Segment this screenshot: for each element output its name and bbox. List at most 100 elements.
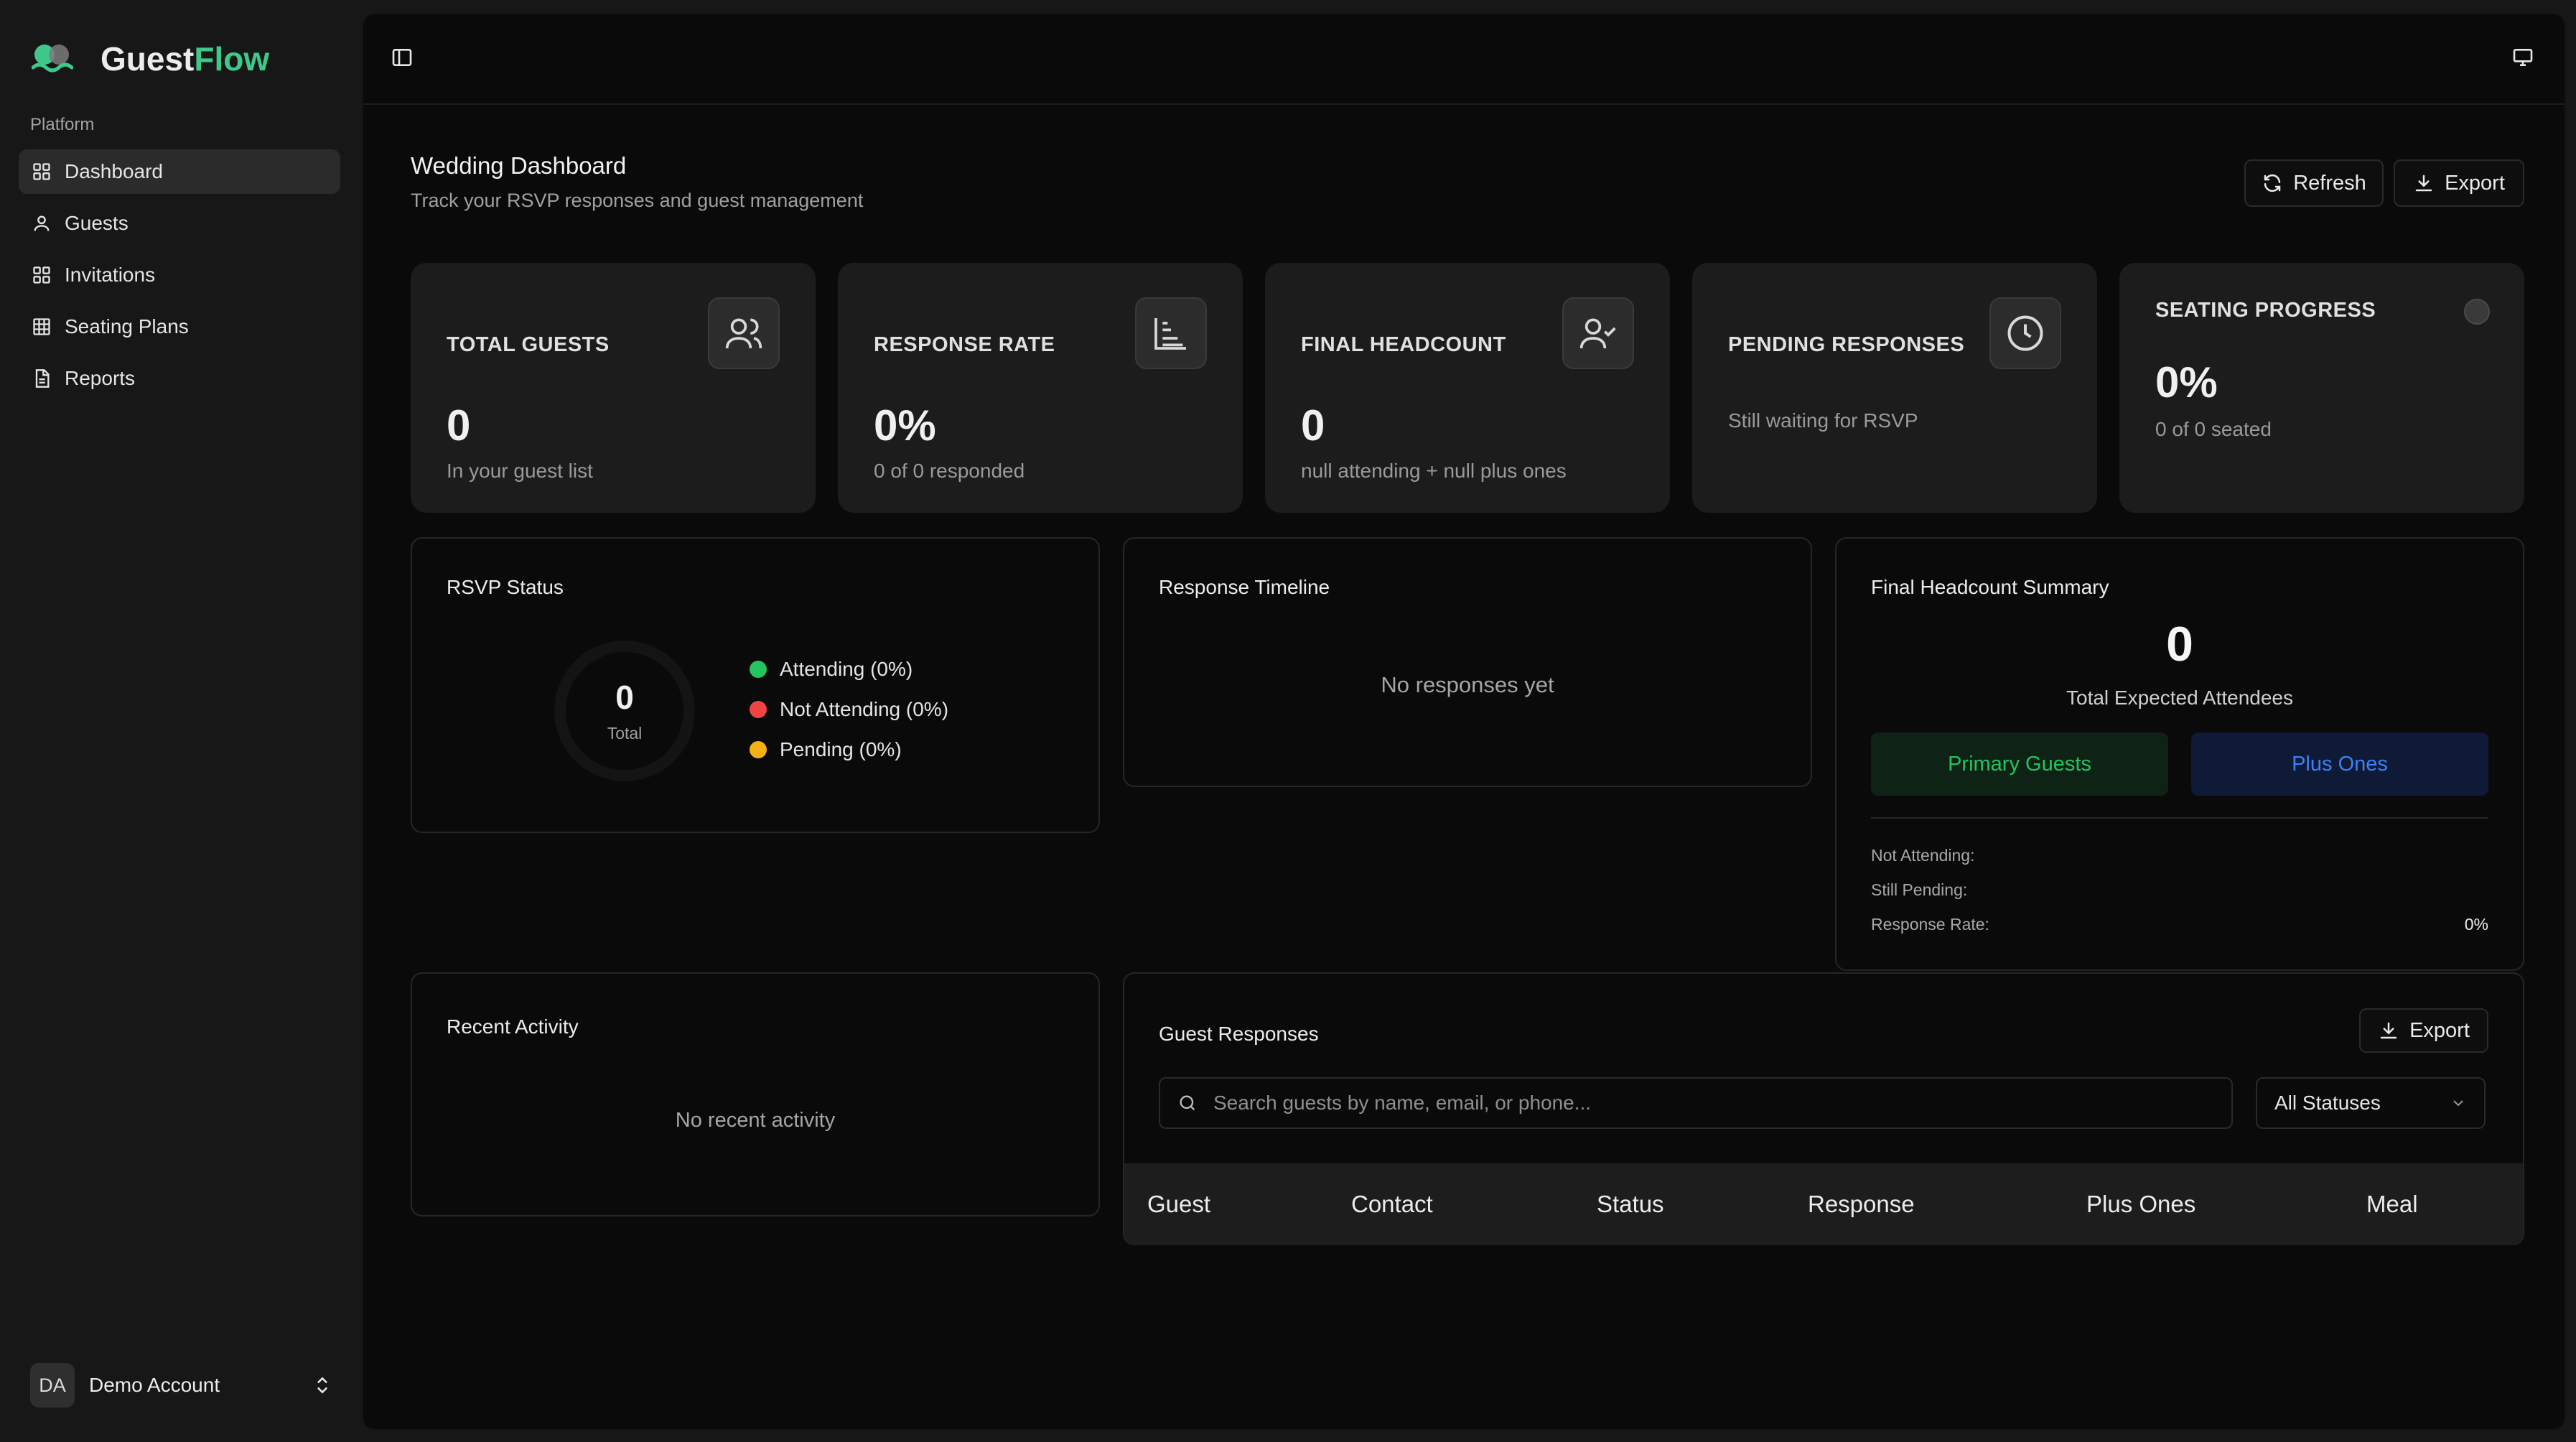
grid-icon <box>32 265 65 285</box>
sidebar-item-label: Reports <box>65 367 136 389</box>
refresh-icon <box>2262 172 2293 194</box>
panel-title: Final Headcount Summary <box>1871 576 2109 598</box>
document-icon <box>32 368 65 389</box>
stat-value: 0% <box>874 401 936 450</box>
grid-icon <box>32 162 65 182</box>
legend-label: Pending (0%) <box>780 738 902 760</box>
donut-total-value: 0 <box>615 679 634 716</box>
responses-export-button[interactable]: Export <box>2359 1008 2488 1053</box>
rsvp-donut-chart: 0 Total <box>553 639 696 783</box>
export-button[interactable]: Export <box>2394 159 2524 207</box>
stat-subtext: 0 of 0 seated <box>2155 418 2272 440</box>
rsvp-status-panel: RSVP Status 0 Total Attending (0%) Not A… <box>411 537 1100 833</box>
sidebar-item-guests[interactable]: Guests <box>19 201 340 246</box>
account-switcher[interactable]: DA Demo Account <box>30 1363 332 1408</box>
column-header-meal[interactable]: Meal <box>2366 1163 2418 1245</box>
status-dot-icon <box>2464 299 2490 325</box>
empty-state: No responses yet <box>1381 672 1554 697</box>
legend-item-attending: Attending (0%) <box>750 658 913 681</box>
stat-subtext: In your guest list <box>447 460 593 482</box>
chart-icon <box>1135 297 1207 369</box>
page-title: Wedding Dashboard <box>411 152 627 179</box>
stat-value: 0 <box>1301 401 1325 450</box>
empty-state: No recent activity <box>675 1109 836 1132</box>
response-timeline-panel: Response Timeline No responses yet <box>1123 537 1812 787</box>
column-header-status[interactable]: Status <box>1597 1163 1664 1245</box>
column-header-response[interactable]: Response <box>1808 1163 1915 1245</box>
stat-label: RESPONSE RATE <box>874 333 1055 356</box>
headcount-total: 0 <box>2166 617 2193 671</box>
search-placeholder: Search guests by name, email, or phone..… <box>1213 1092 1592 1114</box>
legend-item-not-attending: Not Attending (0%) <box>750 698 948 721</box>
main-content: Wedding Dashboard Track your RSVP respon… <box>362 13 2566 1431</box>
download-icon <box>2413 172 2445 194</box>
sidebar-item-reports[interactable]: Reports <box>19 356 340 401</box>
green-dot-icon <box>750 661 767 678</box>
stat-card-seating-progress: SEATING PROGRESS 0% 0 of 0 seated <box>2119 263 2524 513</box>
users-icon <box>708 297 780 369</box>
sidebar: GuestFlow Platform Dashboard Guests Invi… <box>0 0 362 1442</box>
red-dot-icon <box>750 701 767 718</box>
user-icon <box>32 213 65 233</box>
stat-card-total-guests: TOTAL GUESTS 0 In your guest list <box>411 263 816 513</box>
brand[interactable]: GuestFlow <box>32 37 269 80</box>
column-header-contact[interactable]: Contact <box>1351 1163 1433 1245</box>
divider <box>1871 817 2488 819</box>
monitor-icon[interactable] <box>2511 46 2534 69</box>
sidebar-section-label: Platform <box>30 115 95 134</box>
legend-label: Attending (0%) <box>780 658 913 680</box>
response-rate-value: 0% <box>2464 915 2488 934</box>
sidebar-item-seating-plans[interactable]: Seating Plans <box>19 304 340 349</box>
primary-guests-tag: Primary Guests <box>1871 732 2168 796</box>
table-header: Guest Contact Status Response Plus Ones … <box>1124 1163 2523 1245</box>
stat-card-response-rate: RESPONSE RATE 0% 0 of 0 responded <box>838 263 1243 513</box>
still-pending-label: Still Pending: <box>1871 880 1968 899</box>
column-header-guest[interactable]: Guest <box>1147 1163 1210 1245</box>
response-rate-label: Response Rate: <box>1871 915 1989 934</box>
sidebar-item-dashboard[interactable]: Dashboard <box>19 149 340 194</box>
guestflow-logo-icon <box>32 43 73 75</box>
stat-subtext: null attending + null plus ones <box>1301 460 1567 482</box>
panel-title: Response Timeline <box>1159 576 1330 598</box>
refresh-button[interactable]: Refresh <box>2244 159 2384 207</box>
sidebar-toggle-icon[interactable] <box>391 46 414 69</box>
stat-card-final-headcount: FINAL HEADCOUNT 0 null attending + null … <box>1265 263 1670 513</box>
topbar-divider <box>363 103 2565 105</box>
headcount-total-label: Total Expected Attendees <box>2066 687 2293 709</box>
user-check-icon <box>1562 297 1634 369</box>
sidebar-item-label: Invitations <box>65 264 156 286</box>
chevrons-up-down-icon <box>313 1374 332 1396</box>
avatar: DA <box>30 1363 75 1408</box>
status-filter-select[interactable]: All Statuses <box>2256 1077 2486 1129</box>
table-icon <box>32 317 65 337</box>
download-icon <box>2378 1020 2409 1041</box>
panel-title: Guest Responses <box>1159 1023 1319 1045</box>
search-icon <box>1177 1093 1198 1113</box>
stat-card-pending-responses: PENDING RESPONSES Still waiting for RSVP <box>1692 263 2097 513</box>
sidebar-item-invitations[interactable]: Invitations <box>19 253 340 297</box>
legend-label: Not Attending (0%) <box>780 698 949 720</box>
plus-ones-tag: Plus Ones <box>2191 732 2488 796</box>
stat-label: SEATING PROGRESS <box>2155 299 2376 322</box>
recent-activity-panel: Recent Activity No recent activity <box>411 972 1100 1217</box>
guest-responses-panel: Guest Responses Export Search guests by … <box>1123 972 2524 1245</box>
stat-label: TOTAL GUESTS <box>447 333 610 356</box>
panel-title: Recent Activity <box>447 1015 579 1038</box>
sidebar-item-label: Seating Plans <box>65 315 189 338</box>
column-header-plus-ones[interactable]: Plus Ones <box>2086 1163 2195 1245</box>
stat-subtext: Still waiting for RSVP <box>1728 409 1918 432</box>
stat-subtext: 0 of 0 responded <box>874 460 1025 482</box>
select-value: All Statuses <box>2274 1092 2381 1114</box>
legend-item-pending: Pending (0%) <box>750 738 902 761</box>
page-subtitle: Track your RSVP responses and guest mana… <box>411 190 864 211</box>
stat-value: 0 <box>447 401 471 450</box>
not-attending-label: Not Attending: <box>1871 846 1975 865</box>
stat-label: FINAL HEADCOUNT <box>1301 333 1506 356</box>
chevron-down-icon <box>2450 1094 2467 1112</box>
yellow-dot-icon <box>750 741 767 758</box>
panel-title: RSVP Status <box>447 576 564 598</box>
export-label: Export <box>2445 171 2505 195</box>
account-name: Demo Account <box>89 1374 220 1396</box>
stat-value: 0% <box>2155 358 2218 406</box>
search-input[interactable]: Search guests by name, email, or phone..… <box>1159 1077 2233 1129</box>
